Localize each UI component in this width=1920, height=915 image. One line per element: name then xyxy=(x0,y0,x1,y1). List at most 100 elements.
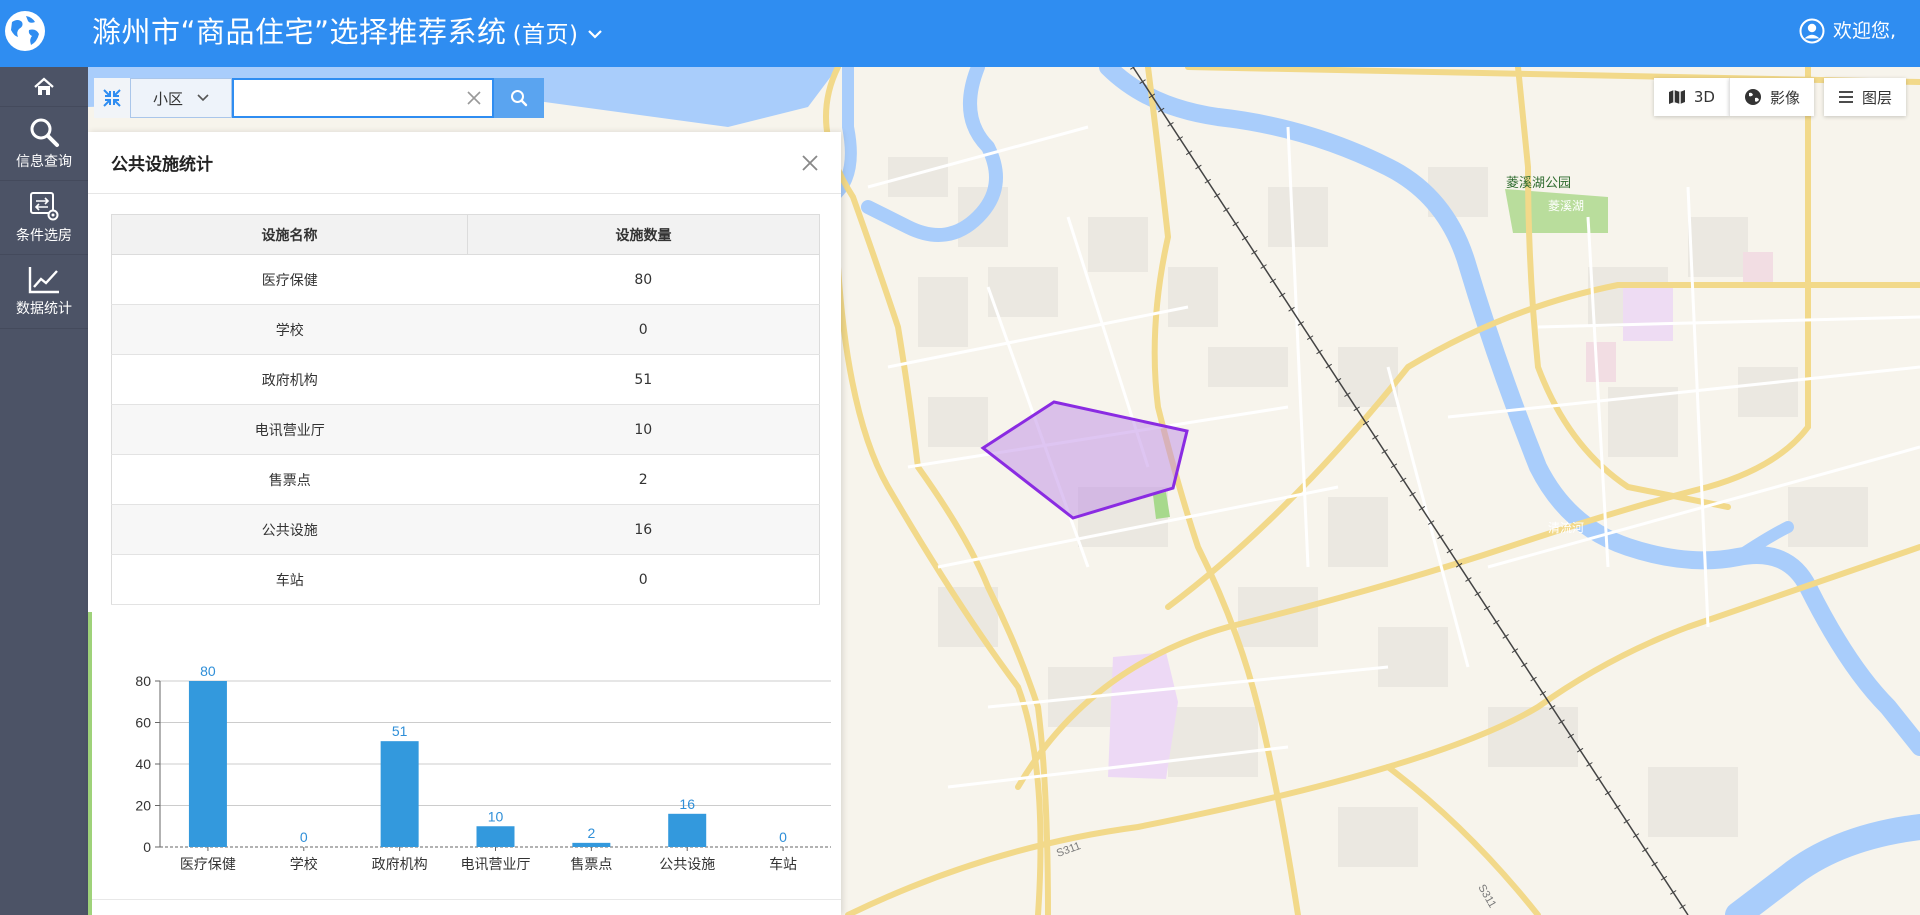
map-label-road2: S311 xyxy=(1475,883,1498,911)
home-icon xyxy=(34,77,54,95)
layers-button[interactable]: 图层 xyxy=(1823,78,1906,116)
search-type-value: 小区 xyxy=(152,89,183,108)
collapse-arrows-icon xyxy=(103,89,121,107)
table-row: 公共设施 16 xyxy=(111,504,820,555)
facility-count: 0 xyxy=(467,304,820,355)
table-row: 售票点 2 xyxy=(111,454,820,505)
facility-count: 80 xyxy=(467,254,820,305)
nav-condition-select[interactable]: 条件选房 xyxy=(0,181,88,255)
table-row: 学校 0 xyxy=(111,304,820,355)
app-title: 滁州市“商品住宅”选择推荐系统 xyxy=(92,15,507,49)
line-chart-icon xyxy=(28,267,59,294)
facility-count: 51 xyxy=(467,354,820,405)
panel-footer xyxy=(88,899,841,915)
search-bar: 小区 xyxy=(94,78,544,118)
y-tick-label: 40 xyxy=(135,756,151,772)
bar-value-label: 0 xyxy=(779,829,787,845)
facility-name: 政府机构 xyxy=(111,354,468,405)
view-mode-group: 3D 影像 xyxy=(1653,78,1814,116)
bar xyxy=(188,681,227,847)
x-tick-label: 公共设施 xyxy=(659,856,715,872)
collapse-panel-button[interactable] xyxy=(94,78,130,118)
app-header: 滁州市“商品住宅”选择推荐系统 (首页) 欢迎您, xyxy=(0,0,1920,67)
panel-edge-accent xyxy=(88,612,92,915)
table-row: 政府机构 51 xyxy=(111,354,820,405)
column-header-count: 设施数量 xyxy=(467,214,820,255)
bar-value-label: 51 xyxy=(392,723,408,739)
facility-name: 车站 xyxy=(111,554,468,605)
menu-icon xyxy=(1838,91,1853,103)
3d-view-label: 3D xyxy=(1693,88,1715,106)
globe-icon xyxy=(1744,89,1761,105)
facility-name: 医疗保健 xyxy=(111,254,468,305)
facility-name: 公共设施 xyxy=(111,504,468,555)
house-filter-icon xyxy=(30,192,59,221)
chevron-down-icon[interactable] xyxy=(587,28,603,40)
bar-value-label: 10 xyxy=(488,808,504,824)
facility-name: 学校 xyxy=(111,304,468,355)
bar-value-label: 16 xyxy=(679,796,695,812)
facility-name: 售票点 xyxy=(111,454,468,505)
bar-value-label: 0 xyxy=(300,829,308,845)
y-tick-label: 80 xyxy=(135,673,151,689)
facility-count: 16 xyxy=(467,504,820,555)
panel-header: 公共设施统计 xyxy=(88,132,841,194)
table-header-row: 设施名称 设施数量 xyxy=(111,214,820,255)
nav-info-query[interactable]: 信息查询 xyxy=(0,107,88,181)
layers-label: 图层 xyxy=(1861,88,1892,107)
clear-search-button[interactable] xyxy=(456,78,494,118)
search-button[interactable] xyxy=(494,78,544,118)
search-input[interactable] xyxy=(232,78,456,118)
x-tick-label: 学校 xyxy=(290,856,318,872)
x-tick-label: 售票点 xyxy=(570,856,612,872)
search-icon xyxy=(511,90,528,107)
globe-logo-icon xyxy=(5,11,45,51)
map-toolbar: 3D 影像 图层 xyxy=(1653,78,1906,116)
facility-bar-chart: 0 20 40 60 80 80 医疗保健 0 学校 51 政府机构 10 电讯营业厅 2 售票点 16 公共设… xyxy=(135,663,831,872)
bar xyxy=(380,741,419,847)
table-row: 车站 0 xyxy=(111,554,820,605)
chevron-down-icon xyxy=(197,94,209,102)
x-tick-label: 医疗保健 xyxy=(180,856,236,872)
nav-info-query-label: 信息查询 xyxy=(16,154,72,170)
app-subtitle: (首页) xyxy=(512,22,579,48)
imagery-view-label: 影像 xyxy=(1769,88,1800,107)
map-label-park: 菱溪湖公园 xyxy=(1506,175,1571,190)
nav-data-stats[interactable]: 数据统计 xyxy=(0,255,88,329)
nav-home[interactable] xyxy=(0,67,88,107)
map-label-river: 清流河 xyxy=(1548,521,1584,535)
close-icon xyxy=(467,91,481,105)
bar xyxy=(476,826,515,847)
search-icon xyxy=(30,118,59,147)
3d-view-button[interactable]: 3D xyxy=(1653,78,1729,116)
close-icon[interactable] xyxy=(799,152,821,174)
table-row: 医疗保健 80 xyxy=(111,254,820,305)
imagery-view-button[interactable]: 影像 xyxy=(1728,78,1814,116)
nav-condition-select-label: 条件选房 xyxy=(16,228,72,244)
table-row: 电讯营业厅 10 xyxy=(111,404,820,455)
facility-stats-panel: 公共设施统计 设施名称 设施数量 医疗保健 80 学校 0 政府机构 51 电讯营业厅… xyxy=(88,132,841,915)
search-type-select[interactable]: 小区 xyxy=(130,78,232,118)
y-tick-label: 0 xyxy=(143,839,151,855)
y-tick-label: 20 xyxy=(135,798,151,814)
map-label-lake: 菱溪湖 xyxy=(1548,198,1584,213)
x-tick-label: 政府机构 xyxy=(372,856,428,872)
user-welcome[interactable]: 欢迎您, xyxy=(1799,16,1896,46)
nav-data-stats-label: 数据统计 xyxy=(16,301,72,317)
facility-name: 电讯营业厅 xyxy=(111,404,468,455)
panel-title: 公共设施统计 xyxy=(111,155,213,175)
x-tick-label: 车站 xyxy=(769,856,797,872)
bar xyxy=(572,842,611,847)
x-tick-label: 电讯营业厅 xyxy=(461,856,531,872)
column-header-name: 设施名称 xyxy=(111,214,468,255)
facility-table: 设施名称 设施数量 医疗保健 80 学校 0 政府机构 51 电讯营业厅 10 售票点 2… xyxy=(111,214,820,605)
map-icon xyxy=(1668,90,1685,104)
bar-value-label: 2 xyxy=(587,825,595,841)
facility-count: 2 xyxy=(467,454,820,505)
bar-value-label: 80 xyxy=(200,663,216,679)
facility-count: 0 xyxy=(467,554,820,605)
bar xyxy=(668,813,707,847)
facility-count: 10 xyxy=(467,404,820,455)
welcome-text: 欢迎您, xyxy=(1832,20,1896,42)
left-nav: 信息查询 条件选房 数据统计 xyxy=(0,67,88,915)
